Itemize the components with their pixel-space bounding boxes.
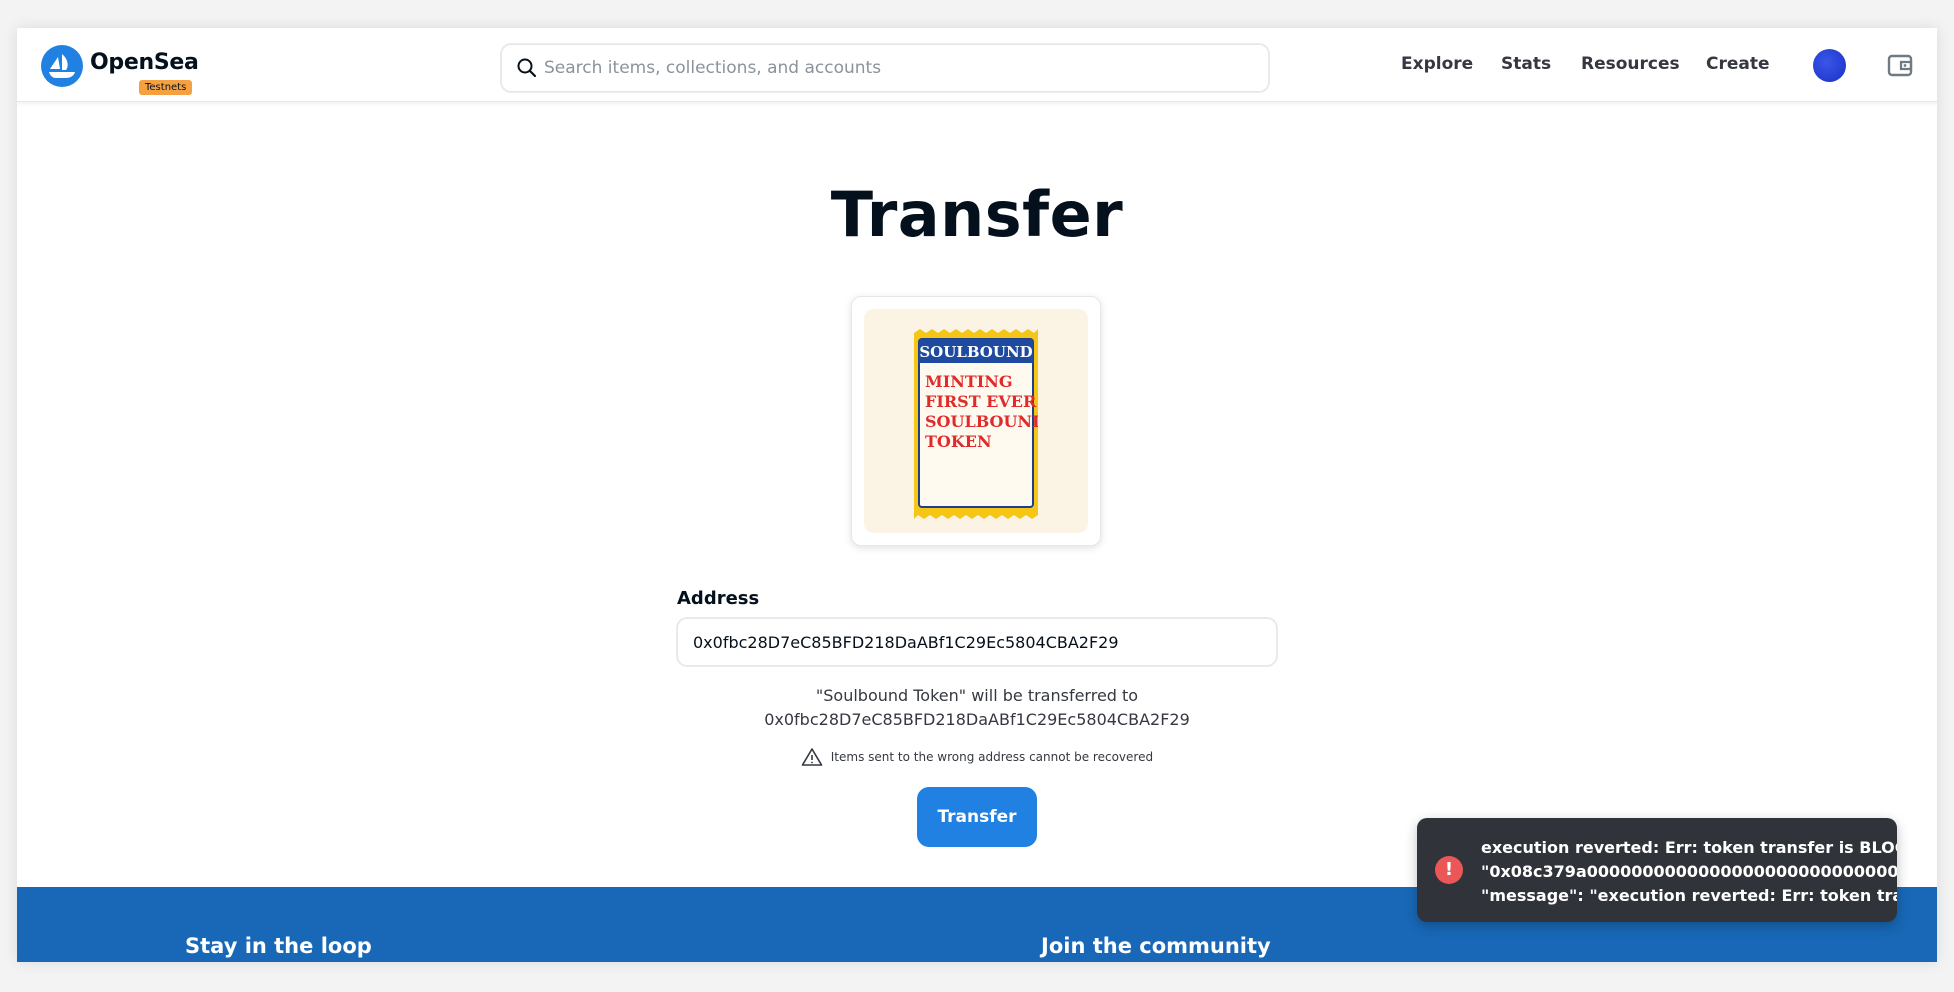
error-line-2: "0x08c379a000000000000000000000000000000…: [1481, 862, 1897, 881]
transfer-note-line1: "Soulbound Token" will be transferred to: [815, 686, 1139, 705]
nav-stats[interactable]: Stats: [1501, 54, 1551, 74]
nav-explore[interactable]: Explore: [1401, 54, 1473, 74]
nft-preview-card: SOULBOUND MINTING FIRST EVER SOULBOUND T…: [851, 296, 1101, 546]
avatar[interactable]: [1813, 49, 1846, 82]
address-input[interactable]: [677, 618, 1277, 666]
error-message: execution reverted: Err: token transfer …: [1481, 836, 1897, 908]
nft-line-3: SOULBOUND: [925, 412, 1038, 431]
opensea-logo-icon[interactable]: [41, 45, 83, 87]
error-line-1: execution reverted: Err: token transfer …: [1481, 838, 1897, 857]
top-navbar: OpenSea Testnets Explore Stats Resources…: [17, 28, 1937, 102]
wallet-icon[interactable]: [1887, 52, 1913, 78]
testnets-badge: Testnets: [139, 80, 193, 95]
transfer-note-address: 0x0fbc28D7eC85BFD218DaABf1C29Ec5804CBA2F…: [764, 710, 1190, 729]
transfer-button[interactable]: Transfer: [917, 787, 1037, 847]
search-icon: [517, 58, 537, 78]
warning-message: Items sent to the wrong address cannot b…: [17, 747, 1937, 767]
warning-text: Items sent to the wrong address cannot b…: [830, 750, 1154, 764]
footer-community-heading: Join the community: [1041, 934, 1271, 958]
brand-name[interactable]: OpenSea: [90, 50, 199, 75]
nft-line-2: FIRST EVER: [925, 392, 1037, 411]
nav-resources[interactable]: Resources: [1581, 54, 1680, 74]
nft-line-4: TOKEN: [925, 432, 992, 451]
warning-icon: [801, 748, 823, 766]
nft-line-1: MINTING: [925, 372, 1013, 391]
address-label: Address: [677, 588, 760, 609]
footer-stay-heading: Stay in the loop: [185, 934, 372, 958]
error-line-3: "message": "execution reverted: Err: tok…: [1481, 886, 1897, 905]
nft-banner-text: SOULBOUND: [919, 343, 1032, 361]
search-bar[interactable]: [501, 44, 1269, 92]
nav-create[interactable]: Create: [1706, 54, 1770, 74]
page-title: Transfer: [830, 178, 1124, 251]
nft-image: SOULBOUND MINTING FIRST EVER SOULBOUND T…: [864, 309, 1088, 533]
search-input[interactable]: [544, 45, 1254, 91]
transfer-note: "Soulbound Token" will be transferred to…: [17, 684, 1937, 732]
error-toast[interactable]: ! execution reverted: Err: token transfe…: [1417, 818, 1897, 922]
error-icon: !: [1435, 856, 1463, 884]
